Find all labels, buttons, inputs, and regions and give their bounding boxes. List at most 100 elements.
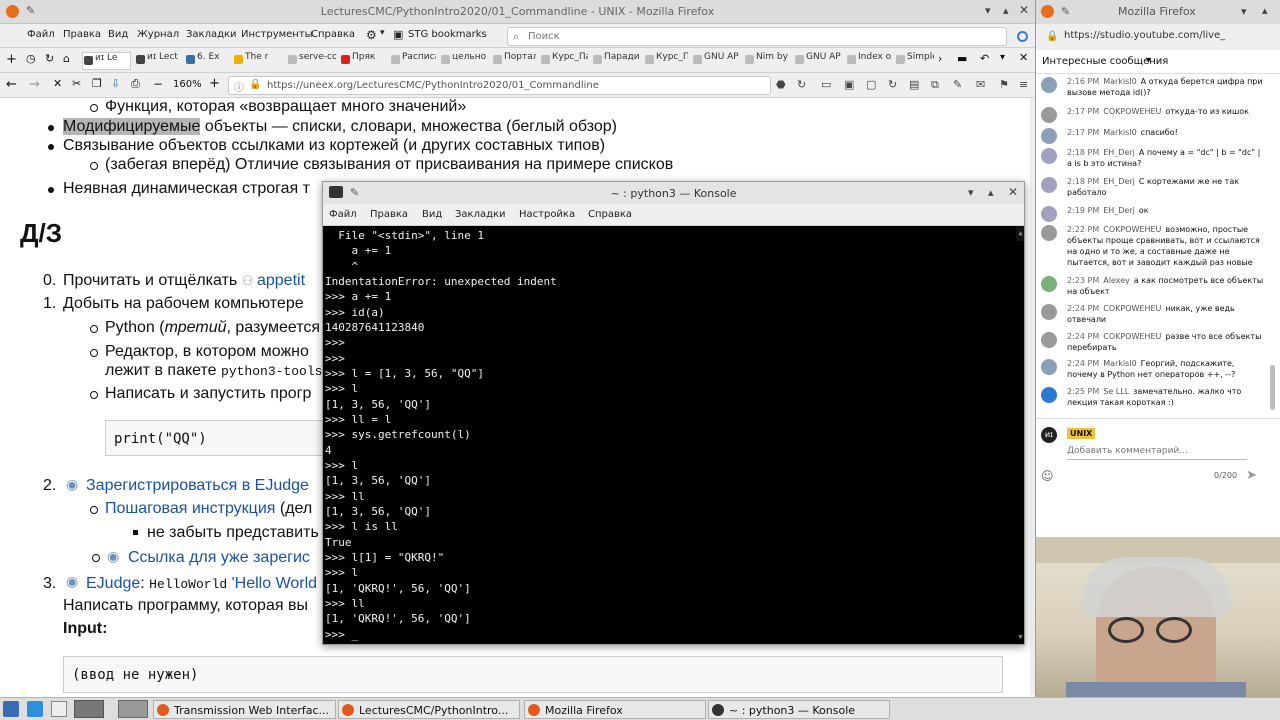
menu-help[interactable]: Справка [588,209,632,220]
browser-tab[interactable]: цельно [440,52,488,70]
menu-view[interactable]: Вид [422,209,442,220]
chevron-down-icon[interactable]: ▾ [380,28,385,38]
tabs-scroll-right-icon[interactable]: › [938,53,942,64]
taskbar-task[interactable]: Transmission Web Interfac... [153,700,336,719]
pip-icon[interactable]: ⧉ [931,78,939,92]
terminal-scrollbar[interactable]: ▲ ▼ [1016,226,1024,641]
menu-tools[interactable]: Инструменты [241,29,313,40]
browser-tab[interactable]: GNU AP [794,52,842,70]
taskbar-task[interactable]: LecturesCMC/PythonIntro... [338,700,520,719]
menu-file[interactable]: Файл [27,29,55,40]
tab-list-icon[interactable]: ▾ [1000,53,1005,63]
browser-tab[interactable]: Курс_Па [644,52,688,70]
browser-tab[interactable]: Simple [895,52,934,70]
gear-icon[interactable]: ⚙ [366,28,377,42]
menu-view[interactable]: Вид [108,29,128,40]
minimize-icon[interactable]: ▾ [985,5,991,16]
browser-tab[interactable]: Портал [492,52,536,70]
menu-bookmarks[interactable]: Закладки [455,209,506,220]
menu-bookmarks[interactable]: Закладки [186,29,237,40]
maximize-icon[interactable]: ▴ [1262,4,1268,17]
browser-tab[interactable]: Расписа [390,52,436,70]
menu-edit[interactable]: Правка [63,29,101,40]
browser-tab[interactable]: The r [233,52,283,70]
comment-input[interactable]: Добавить комментарий... [1067,446,1188,456]
appetite-link[interactable]: appetit [257,272,305,289]
screen-icon[interactable]: ▭ [821,78,831,91]
send-icon[interactable]: ➤ [1246,468,1257,483]
browser-tab[interactable]: serve-co [287,52,336,70]
undo-icon[interactable]: ↶ [980,53,989,64]
window-icon[interactable]: ▢ [866,78,876,91]
new-tab-icon[interactable]: + [6,53,17,66]
download-icon[interactable]: ⇩ [111,78,120,89]
chat-author[interactable]: COKPOWEHEU [1103,304,1161,313]
browser-tab[interactable]: GNU AP [692,52,740,70]
copy-icon[interactable]: ❐ [92,78,102,89]
cut-icon[interactable]: ✂ [72,78,81,89]
chat-author[interactable]: EH_Derj [1103,206,1135,215]
forward-icon[interactable]: → [29,78,40,91]
instruction-link[interactable]: Пошаговая инструкция [105,500,275,517]
back-icon[interactable]: ← [6,78,17,91]
scroll-up-icon[interactable]: ▲ [1017,226,1023,238]
sync-ext-icon[interactable]: ↻ [888,78,897,91]
close-tab-icon[interactable]: ✕ [1019,52,1028,63]
tablet-icon[interactable]: ▣ [844,78,854,91]
browser-tab[interactable]: ᴎɪ Lect [135,52,181,70]
taskbar-task[interactable]: ~ : python3 — Konsole [708,700,890,719]
zoom-in-icon[interactable]: + [209,77,220,90]
minimize-icon[interactable]: ▾ [968,186,974,199]
terminal-output[interactable]: File "<stdin>", line 1 a += 1 ^ Indentati… [323,226,1024,644]
browser-tab[interactable]: 6. Ex [185,52,229,70]
chat-scrollbar[interactable] [1270,365,1275,410]
chat-author[interactable]: EH_Derj [1103,177,1135,186]
browser-tab[interactable]: Пряк [340,52,386,70]
print-icon[interactable]: ⎙ [131,78,140,89]
registered-link[interactable]: Ссылка для уже зарегис [128,549,310,567]
zoom-out-icon[interactable]: − [153,78,163,90]
chat-author[interactable]: Se LLL [1103,387,1129,396]
info-icon[interactable]: ⓘ [234,79,244,94]
browser-tab[interactable]: ᴎɪ Le [82,52,131,70]
browser-tab[interactable]: Nim by [744,52,790,70]
browser-tab[interactable]: Курс_Па [540,52,588,70]
browser-tab[interactable]: Паради [592,52,640,70]
pin-icon[interactable]: ✎ [1061,5,1070,18]
chat-icon[interactable]: ✉ [976,78,985,91]
maximize-icon[interactable]: ▴ [988,186,994,199]
taskbar-task[interactable]: Mozilla Firefox [524,700,706,719]
menu-history[interactable]: Журнал [137,29,179,40]
extensions-icon[interactable]: ⚑ [999,78,1009,91]
box-icon[interactable]: ▤ [909,78,919,91]
problem-title-link[interactable]: 'Hello World [227,575,317,592]
scroll-down-icon[interactable]: ▼ [1017,630,1023,642]
maximize-icon[interactable]: ▴ [1003,5,1009,16]
app-menu-icon[interactable] [3,701,19,717]
menu-help[interactable]: Справка [311,29,355,40]
abp-icon[interactable]: ⬣ [776,78,786,91]
home-icon[interactable]: ⌂ [63,53,70,64]
sync-icon[interactable] [1017,31,1028,42]
menu-edit[interactable]: Правка [370,209,408,220]
reload-icon[interactable]: ↻ [45,53,54,64]
chat-author[interactable]: COKPOWEHEU [1103,332,1161,341]
desktop-pager-2[interactable] [118,700,148,718]
file-manager-icon[interactable] [27,701,43,717]
menu-settings[interactable]: Настройка [519,209,575,220]
save-icon[interactable]: ▬ [957,53,967,64]
close-icon[interactable]: ✕ [1019,4,1029,16]
chat-author[interactable]: EH_Derj [1103,148,1135,157]
refresh-ext-icon[interactable]: ↻ [797,78,806,91]
browser-tab[interactable]: Index of [846,52,891,70]
chat-author[interactable]: COKPOWEHEU [1103,107,1161,116]
search-input[interactable]: ⌕ Поиск [507,27,1007,46]
desktop-pager-1[interactable] [74,700,104,718]
chat-author[interactable]: Markisl0 [1103,128,1136,137]
show-desktop-icon[interactable] [51,701,67,717]
url-field[interactable]: ⓘ 🔒 https://uneex.org/LecturesCMC/Python… [228,76,771,95]
chat-author[interactable]: Markisl0 [1103,359,1136,368]
edit-icon[interactable]: ✎ [953,78,962,91]
chat-author[interactable]: Markisl0 [1103,77,1136,86]
zoom-level[interactable]: 160% [173,79,202,90]
